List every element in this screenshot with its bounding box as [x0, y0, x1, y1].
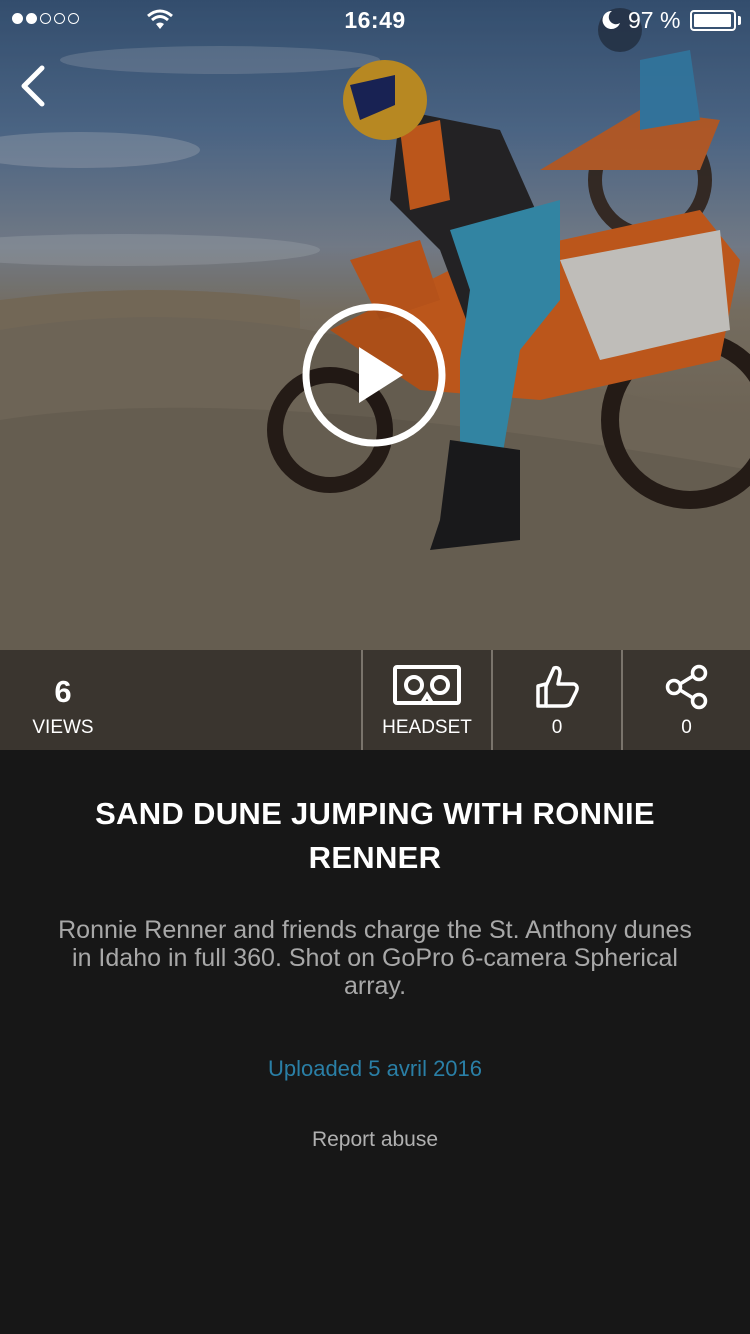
battery-icon [690, 10, 736, 31]
play-button[interactable] [301, 302, 447, 448]
likes-count: 0 [551, 717, 563, 738]
video-preview[interactable]: 16:49 97 % [0, 0, 750, 650]
like-button[interactable]: 0 [491, 650, 621, 750]
battery-level [694, 14, 731, 27]
video-details: SAND DUNE JUMPING WITH RONNIE RENNER Ron… [0, 750, 750, 1334]
share-button[interactable]: 0 [621, 650, 750, 750]
back-button[interactable] [8, 56, 58, 116]
video-stats-bar: 6 VIEWS HEADSET 0 0 [0, 650, 750, 750]
video-title: SAND DUNE JUMPING WITH RONNIE RENNER [95, 796, 655, 875]
chevron-left-icon [21, 65, 45, 107]
thumbs-up-icon [536, 665, 579, 708]
do-not-disturb-icon [602, 10, 620, 29]
views-label: VIEWS [32, 717, 94, 738]
upload-date: Uploaded 5 avril 2016 [267, 1056, 483, 1081]
video-description: Ronnie Renner and friends charge the St.… [58, 916, 692, 1000]
shares-count: 0 [681, 717, 692, 738]
headset-button[interactable]: HEADSET [361, 650, 491, 750]
views-stat: 6 VIEWS [0, 650, 361, 750]
battery-percent: 97 % [628, 7, 681, 33]
share-icon [665, 664, 707, 710]
battery-nub [738, 16, 741, 25]
views-count: 6 [54, 674, 72, 709]
headset-label: HEADSET [382, 717, 472, 738]
report-abuse-link[interactable]: Report abuse [275, 1128, 475, 1152]
vr-headset-icon [393, 665, 461, 705]
status-bar: 16:49 97 % [0, 0, 750, 40]
